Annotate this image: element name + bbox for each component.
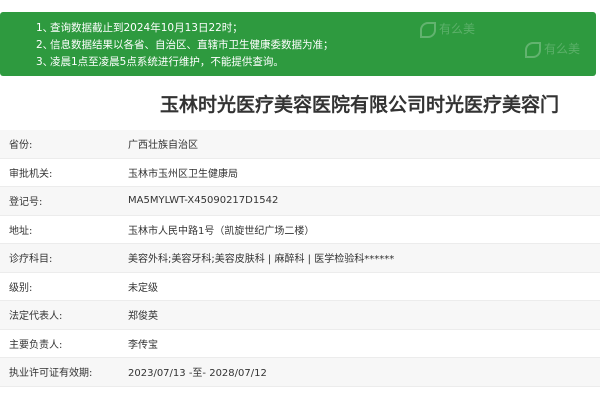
field-label: 法定代表人: xyxy=(9,311,63,323)
field-value: 2023/07/13 -至- 2028/07/12 xyxy=(128,368,267,380)
field-value: 广西壮族自治区 xyxy=(128,140,198,152)
table-row: 法定代表人: 郑俊英 xyxy=(0,301,600,330)
field-label: 主要负责人: xyxy=(9,339,63,351)
table-row: 级别: 未定级 xyxy=(0,273,600,301)
notice-item: 2、信息数据结果以各省、自治区、直辖市卫生健康委数据为准； xyxy=(36,39,334,51)
table-row: 主要负责人: 李传宝 xyxy=(0,330,600,358)
field-label: 审批机关: xyxy=(9,168,53,180)
notice-item: 3、凌晨1点至凌晨5点系统进行维护，不能提供查询。 xyxy=(36,56,284,68)
info-table: 省份: 广西壮族自治区 审批机关: 玉林市玉州区卫生健康局 登记号: MA5MYLWT… xyxy=(0,130,600,387)
notice-list: 1、查询数据截止到2024年10月13日22时； 2、信息数据结果以各省、自治区… xyxy=(36,20,334,71)
field-value: 郑俊英 xyxy=(128,311,158,323)
field-value: 玉林市人民中路1号（凯旋世纪广场二楼） xyxy=(128,225,315,237)
table-row: 地址: 玉林市人民中路1号（凯旋世纪广场二楼） xyxy=(0,216,600,244)
field-value: 玉林市玉州区卫生健康局 xyxy=(128,168,238,180)
notice-banner: 1、查询数据截止到2024年10月13日22时； 2、信息数据结果以各省、自治区… xyxy=(0,12,596,76)
field-label: 执业许可证有效期: xyxy=(9,368,93,380)
page-title: 玉林时光医疗美容医院有限公司时光医疗美容门 xyxy=(160,94,560,116)
table-row: 登记号: MA5MYLWT-X45090217D1542 xyxy=(0,187,600,216)
table-row: 省份: 广西壮族自治区 xyxy=(0,130,600,159)
table-row: 诊疗科目: 美容外科;美容牙科;美容皮肤科 | 麻醉科 | 医学检验科****** xyxy=(0,244,600,273)
field-label: 诊疗科目: xyxy=(9,254,53,266)
field-value: 未定级 xyxy=(128,282,158,294)
field-label: 省份: xyxy=(9,140,33,152)
field-value: 李传宝 xyxy=(128,339,158,351)
field-value: MA5MYLWT-X45090217D1542 xyxy=(128,195,279,207)
watermark-logo-icon: 有么美 xyxy=(525,40,580,58)
field-label: 级别: xyxy=(9,282,33,294)
field-value: 美容外科;美容牙科;美容皮肤科 | 麻醉科 | 医学检验科****** xyxy=(128,254,395,266)
notice-item: 1、查询数据截止到2024年10月13日22时； xyxy=(36,22,243,34)
field-label: 登记号: xyxy=(9,197,43,209)
table-row: 审批机关: 玉林市玉州区卫生健康局 xyxy=(0,159,600,187)
watermark-logo-icon: 有么美 xyxy=(420,20,475,38)
table-row: 执业许可证有效期: 2023/07/13 -至- 2028/07/12 xyxy=(0,358,600,387)
field-label: 地址: xyxy=(9,225,33,237)
